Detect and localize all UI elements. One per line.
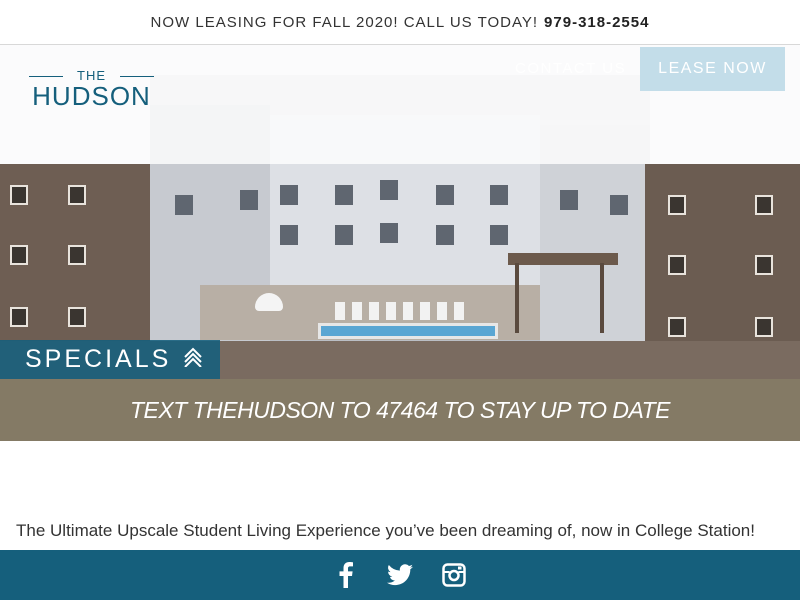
- window: [10, 307, 28, 327]
- window: [668, 317, 686, 337]
- window: [436, 185, 454, 205]
- window: [335, 185, 353, 205]
- window: [490, 225, 508, 245]
- facebook-icon[interactable]: [333, 562, 359, 588]
- window: [380, 223, 398, 243]
- window: [668, 195, 686, 215]
- twitter-icon[interactable]: [387, 562, 413, 588]
- window: [560, 190, 578, 210]
- lounge-chair: [386, 302, 396, 320]
- lounge-chair: [352, 302, 362, 320]
- window: [335, 225, 353, 245]
- pergola-post: [515, 263, 519, 333]
- lounge-chair: [369, 302, 379, 320]
- lounge-chair: [403, 302, 413, 320]
- social-footer: [0, 550, 800, 600]
- text-signup-banner: TEXT THEHUDSON TO 47464 TO STAY UP TO DA…: [0, 379, 800, 441]
- phone-link[interactable]: 979-318-2554: [544, 14, 649, 31]
- contact-us-link[interactable]: CONTACT US: [515, 60, 626, 77]
- window: [68, 185, 86, 205]
- specials-label: SPECIALS: [25, 345, 172, 373]
- window: [380, 180, 398, 200]
- window: [280, 185, 298, 205]
- window: [755, 255, 773, 275]
- tagline: The Ultimate Upscale Student Living Expe…: [16, 521, 755, 540]
- pool: [318, 323, 498, 339]
- double-chevron-up-icon: [183, 347, 203, 372]
- lease-now-button[interactable]: LEASE NOW: [640, 47, 785, 91]
- logo[interactable]: THE HUDSON: [29, 68, 154, 111]
- window: [10, 185, 28, 205]
- window: [68, 245, 86, 265]
- lounge-chair: [454, 302, 464, 320]
- window: [240, 190, 258, 210]
- lounge-chair: [420, 302, 430, 320]
- pergola-post: [600, 263, 604, 333]
- lounge-chair: [335, 302, 345, 320]
- window: [490, 185, 508, 205]
- text-signup-message: TEXT THEHUDSON TO 47464 TO STAY UP TO DA…: [129, 396, 671, 423]
- window: [436, 225, 454, 245]
- window: [10, 245, 28, 265]
- specials-tab[interactable]: SPECIALS: [0, 340, 220, 379]
- window: [280, 225, 298, 245]
- window: [68, 307, 86, 327]
- window: [610, 195, 628, 215]
- lounge-chair: [437, 302, 447, 320]
- instagram-icon[interactable]: [441, 562, 467, 588]
- window: [668, 255, 686, 275]
- window: [755, 195, 773, 215]
- announcement-text: NOW LEASING FOR FALL 2020! CALL US TODAY…: [150, 13, 539, 31]
- announcement-bar: NOW LEASING FOR FALL 2020! CALL US TODAY…: [0, 0, 800, 45]
- logo-name: HUDSON: [32, 81, 151, 111]
- window: [175, 195, 193, 215]
- window: [755, 317, 773, 337]
